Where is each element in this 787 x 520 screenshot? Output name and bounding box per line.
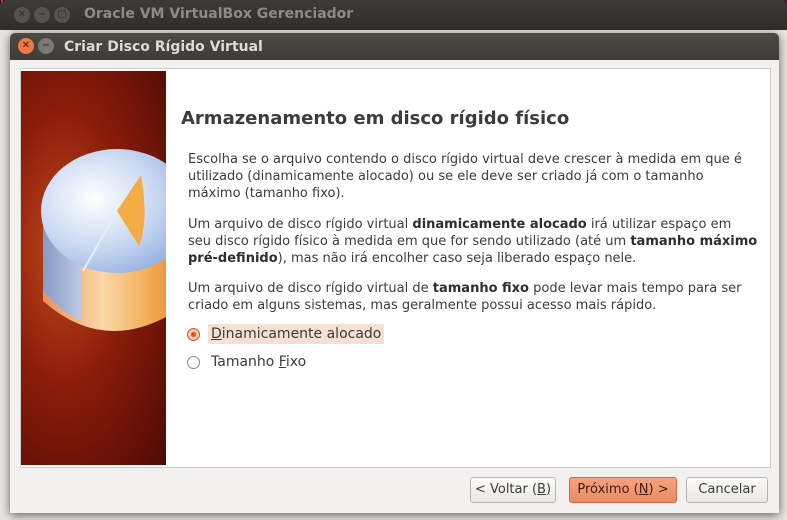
description-paragraph-2: Um arquivo de disco rígido virtual dinam…: [188, 217, 758, 266]
dynamic-radio-label[interactable]: Dinamicamente alocado: [208, 324, 385, 344]
disk-illustration: [21, 71, 166, 465]
parent-minimize-icon[interactable]: −: [34, 7, 50, 23]
dialog-titlebar: ✕ − Criar Disco Rígido Virtual: [10, 33, 779, 60]
parent-window-title: Oracle VM VirtualBox Gerenciador: [84, 6, 354, 22]
parent-maximize-icon[interactable]: □: [54, 7, 70, 23]
back-button[interactable]: < Voltar (B): [470, 477, 556, 503]
parent-window-titlebar: ✕ − □ Oracle VM VirtualBox Gerenciador: [0, 0, 787, 30]
next-button[interactable]: Próximo (N) >: [569, 477, 677, 503]
description-paragraph-3: Um arquivo de disco rígido virtual de ta…: [188, 281, 742, 313]
hard-disk-pie-icon: [41, 149, 166, 331]
parent-close-icon[interactable]: ✕: [14, 7, 30, 23]
dialog-close-icon[interactable]: ✕: [18, 38, 34, 54]
wizard-page: Armazenamento em disco rígido físico Esc…: [20, 68, 771, 468]
dialog-title: Criar Disco Rígido Virtual: [64, 39, 263, 55]
dialog-minimize-icon[interactable]: −: [38, 38, 54, 54]
fixed-radio-label[interactable]: Tamanho Fixo: [208, 352, 309, 372]
dynamic-radio[interactable]: [187, 327, 200, 341]
fixed-radio[interactable]: [187, 355, 200, 369]
description-paragraph-1: Escolha se o arquivo contendo o disco rí…: [188, 152, 742, 201]
option-dynamic[interactable]: Dinamicamente alocado: [187, 323, 385, 345]
cancel-button[interactable]: Cancelar: [686, 477, 768, 503]
option-fixed[interactable]: Tamanho Fixo: [187, 351, 309, 373]
create-virtual-disk-dialog: ✕ − Criar Disco Rígido Virtual Armazenam…: [10, 33, 779, 513]
page-title: Armazenamento em disco rígido físico: [181, 108, 570, 129]
